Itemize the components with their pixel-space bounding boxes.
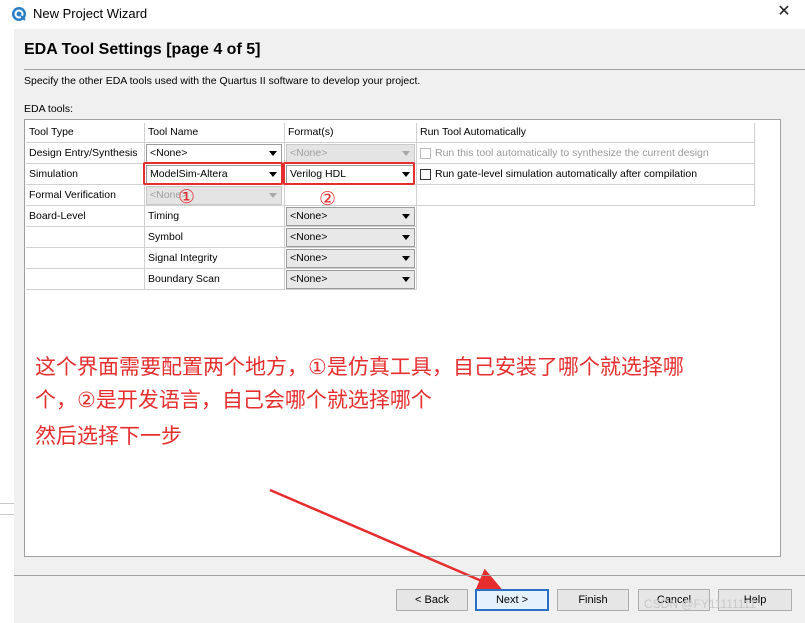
- board-level-signal-integrity-label: Signal Integrity: [148, 252, 218, 264]
- tool-name-select-formal[interactable]: <None>: [146, 186, 282, 205]
- row-type-design-entry: Design Entry/Synthesis: [29, 147, 138, 159]
- header-tool-type: Tool Type: [29, 126, 74, 138]
- header-tool-name: Tool Name: [148, 126, 199, 138]
- format-select-boundary-scan[interactable]: <None>: [286, 270, 415, 289]
- chevron-down-icon: [269, 193, 277, 198]
- marker-2: ②: [319, 188, 337, 210]
- header-run-auto: Run Tool Automatically: [420, 126, 527, 138]
- footer-divider: [14, 575, 805, 576]
- watermark: CSDN @FY11111111: [644, 597, 757, 611]
- close-icon[interactable]: ✕: [772, 2, 796, 24]
- next-button[interactable]: Next >: [475, 589, 549, 611]
- back-button[interactable]: < Back: [396, 589, 468, 611]
- highlight-format: [283, 162, 415, 185]
- board-level-symbol-label: Symbol: [148, 231, 184, 243]
- annotation-line-2: 个，②是开发语言，自己会哪个就选择哪个: [35, 388, 432, 412]
- row-type-formal-verification: Formal Verification: [29, 189, 116, 201]
- header-divider: [24, 69, 805, 70]
- page-subtitle: Specify the other EDA tools used with th…: [24, 75, 421, 87]
- format-select-design-entry[interactable]: <None>: [286, 144, 415, 163]
- format-select-timing[interactable]: <None>: [286, 207, 415, 226]
- chevron-down-icon: [402, 151, 410, 156]
- format-select-signal-integrity[interactable]: <None>: [286, 249, 415, 268]
- tool-name-select-design-entry[interactable]: <None>: [146, 144, 282, 163]
- chevron-down-icon: [402, 235, 410, 240]
- run-gate-level-label: Run gate-level simulation automatically …: [435, 168, 698, 180]
- page-title: EDA Tool Settings [page 4 of 5]: [24, 41, 261, 58]
- annotation-line-1: 这个界面需要配置两个地方，①是仿真工具，自己安装了哪个就选择哪: [35, 355, 684, 379]
- chevron-down-icon: [402, 277, 410, 282]
- annotation-line-3: 然后选择下一步: [35, 424, 182, 448]
- marker-1: ①: [178, 186, 196, 208]
- board-level-boundary-scan-label: Boundary Scan: [148, 273, 220, 285]
- row-type-simulation: Simulation: [29, 168, 79, 180]
- run-synthesis-checkbox[interactable]: [420, 148, 431, 159]
- eda-tools-label: EDA tools:: [24, 103, 74, 115]
- chevron-down-icon: [402, 256, 410, 261]
- run-synthesis-label: Run this tool automatically to synthesiz…: [435, 147, 709, 159]
- row-type-board-level: Board-Level: [29, 210, 86, 222]
- quartus-app-icon: [12, 7, 26, 21]
- header-formats: Format(s): [288, 126, 334, 138]
- board-level-timing-label: Timing: [148, 210, 180, 222]
- window-title: New Project Wizard: [33, 6, 148, 21]
- run-gate-level-checkbox[interactable]: [420, 169, 431, 180]
- chevron-down-icon: [269, 151, 277, 156]
- chevron-down-icon: [402, 214, 410, 219]
- highlight-tool-name: [143, 162, 283, 185]
- format-select-symbol[interactable]: <None>: [286, 228, 415, 247]
- finish-button[interactable]: Finish: [557, 589, 629, 611]
- left-edge: [0, 29, 14, 623]
- title-bar: New Project Wizard ✕: [0, 0, 805, 29]
